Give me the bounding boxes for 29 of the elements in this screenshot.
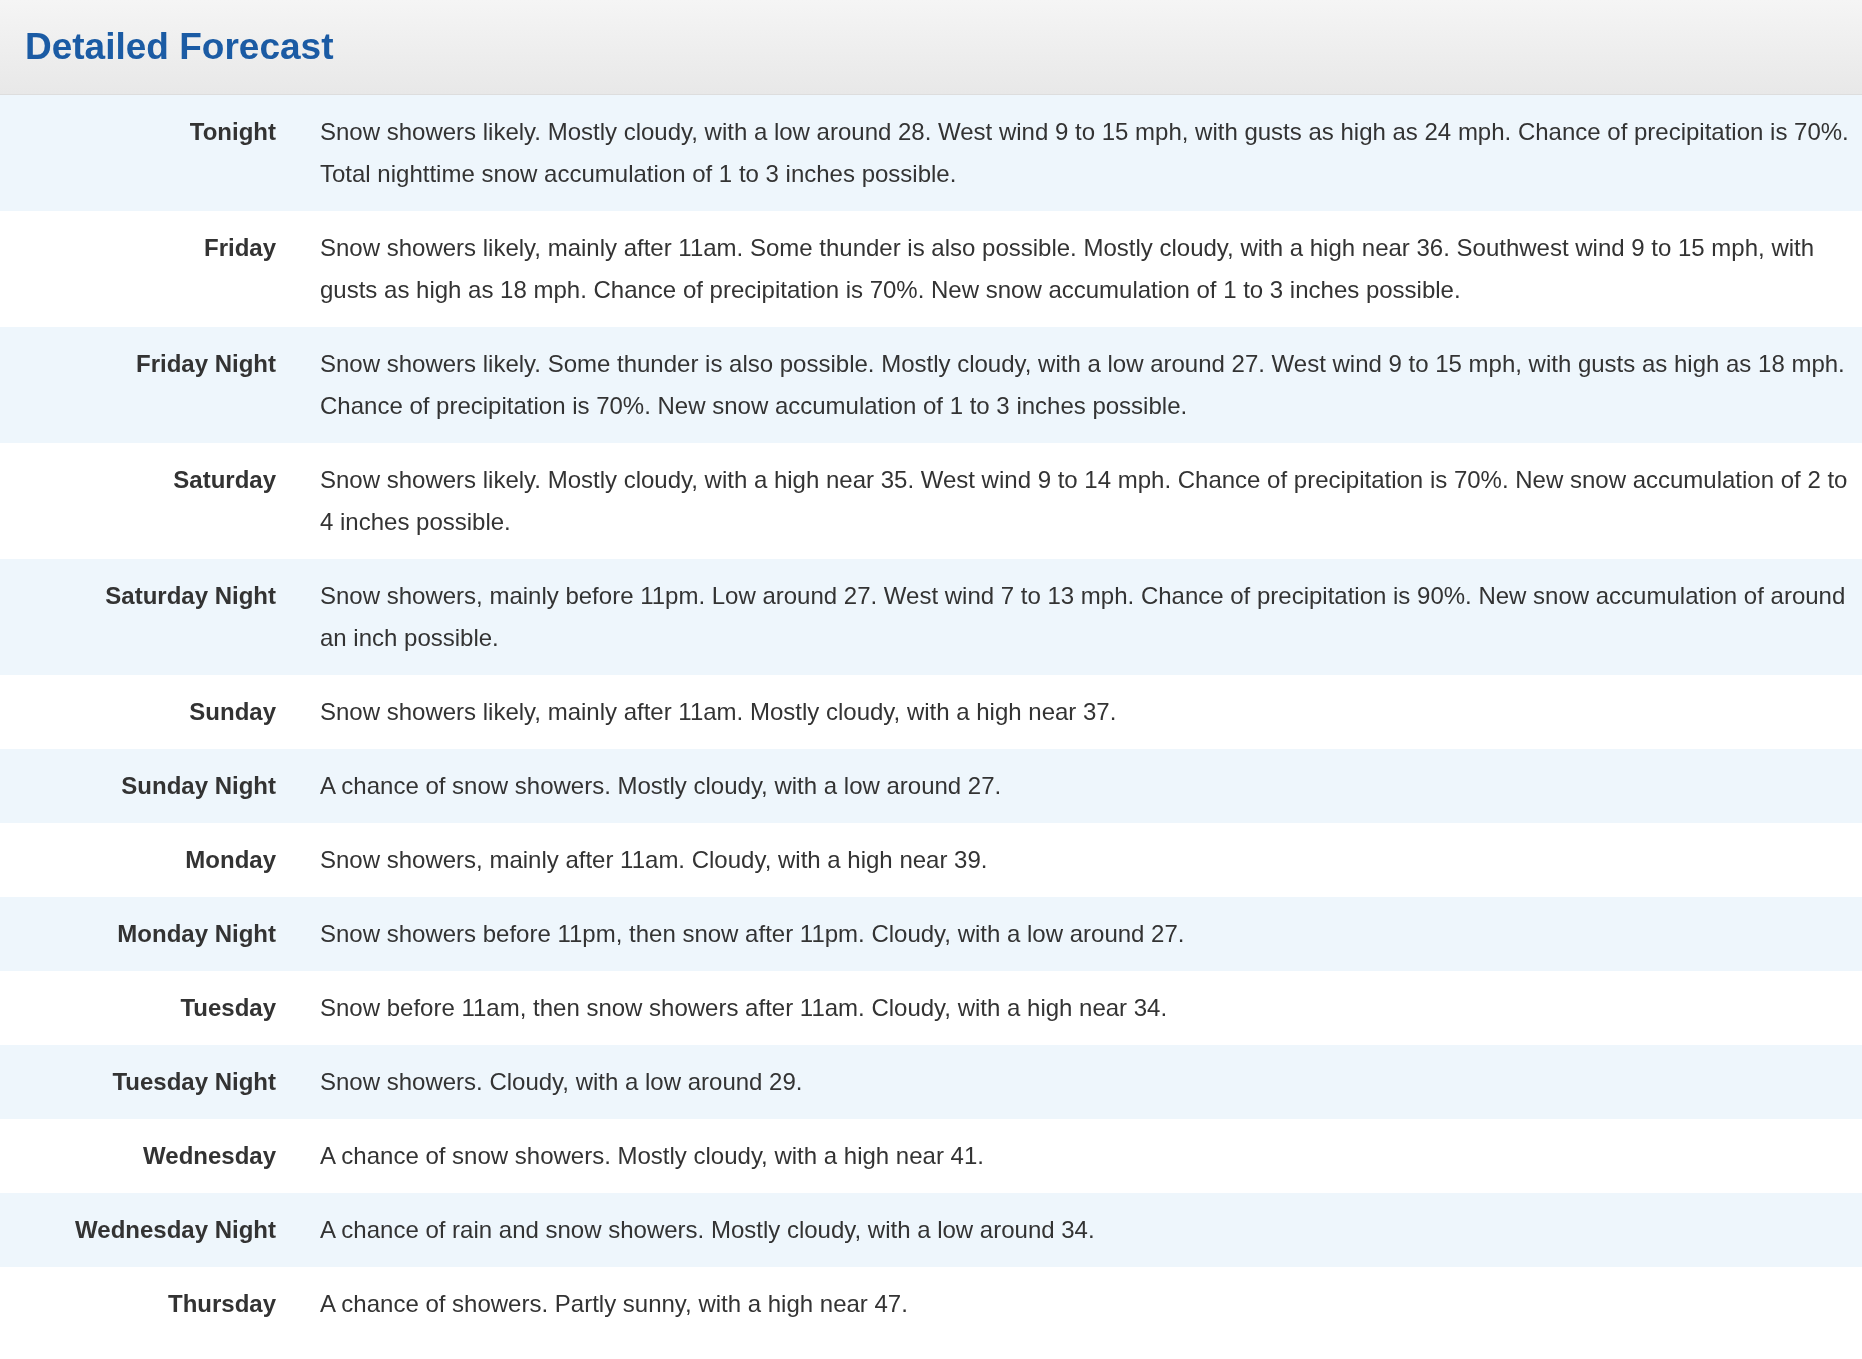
forecast-text: Snow showers likely. Some thunder is also possible. Mostly cloudy, with a low around 27. West wind 9 to 15 mph, with gusts as high as 18 mph. Chance of precipitation is 70%. New snow accumulation of 1 to 3 inches possible. — [320, 350, 1845, 419]
period-label: Monday Night — [117, 920, 276, 947]
forecast-text: A chance of rain and snow showers. Mostly cloudy, with a low around 34. — [320, 1216, 1095, 1243]
forecast-text: A chance of snow showers. Mostly cloudy, with a low around 27. — [320, 772, 1002, 799]
period-label: Saturday — [173, 466, 276, 493]
forecast-text: A chance of snow showers. Mostly cloudy, with a high near 41. — [320, 1142, 984, 1169]
forecast-text: Snow showers before 11pm, then snow after 11pm. Cloudy, with a low around 27. — [320, 920, 1185, 947]
period-label: Tuesday Night — [112, 1068, 276, 1095]
forecast-text: A chance of showers. Partly sunny, with a high near 47. — [320, 1290, 908, 1317]
period-label: Wednesday Night — [75, 1216, 276, 1243]
period-label: Sunday — [189, 698, 276, 725]
period-label: Monday — [185, 846, 276, 873]
period-label: Saturday Night — [105, 582, 276, 609]
forecast-text: Snow showers, mainly after 11am. Cloudy, with a high near 39. — [320, 846, 988, 873]
panel-title: Detailed Forecast — [25, 25, 334, 70]
forecast-text: Snow showers likely. Mostly cloudy, with a low around 28. West wind 9 to 15 mph, with gusts as high as 24 mph. Chance of precipitation is 70%. Total nighttime snow accumulation of 1 to 3 inches possible. — [320, 118, 1849, 187]
forecast-text: Snow showers likely, mainly after 11am. Mostly cloudy, with a high near 37. — [320, 698, 1117, 725]
period-label: Tuesday — [180, 994, 276, 1021]
forecast-text: Snow showers. Cloudy, with a low around 29. — [320, 1068, 803, 1095]
period-label: Sunday Night — [121, 772, 276, 799]
forecast-text: Snow before 11am, then snow showers after 11am. Cloudy, with a high near 34. — [320, 994, 1168, 1021]
forecast-text: Snow showers likely, mainly after 11am. Some thunder is also possible. Mostly cloudy, with a high near 36. Southwest wind 9 to 15 mph, with gusts as high as 18 mph. Chance of precipitation is 70%. New snow accumulation of 1 to 3 inches possible. — [320, 234, 1815, 303]
forecast-text: Snow showers, mainly before 11pm. Low around 27. West wind 7 to 13 mph. Chance of precipitation is 90%. New snow accumulation of around an inch possible. — [320, 582, 1846, 651]
period-label: Tonight — [189, 118, 276, 145]
period-label: Friday — [203, 234, 276, 261]
forecast-text: Snow showers likely. Mostly cloudy, with a high near 35. West wind 9 to 14 mph. Chance of precipitation is 70%. New snow accumulation of 2 to 4 inches possible. — [320, 466, 1848, 535]
period-label: Thursday — [167, 1290, 276, 1317]
period-label: Wednesday — [143, 1142, 276, 1169]
period-label: Friday Night — [136, 350, 276, 377]
